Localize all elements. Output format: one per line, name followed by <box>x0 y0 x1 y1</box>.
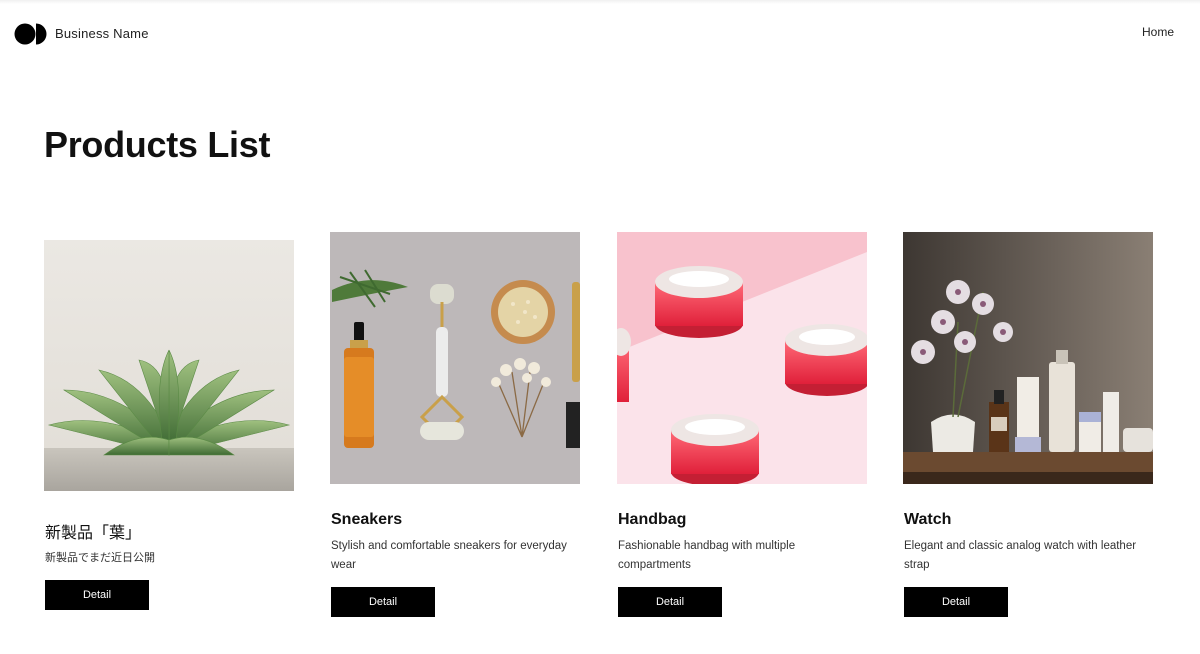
site-header: Business Name Home <box>0 0 1200 70</box>
product-image-cream-jars[interactable] <box>617 232 867 484</box>
product-card: Watch Elegant and classic analog watch w… <box>903 232 1153 617</box>
logo-icon[interactable] <box>14 22 48 46</box>
product-image-succulent[interactable] <box>44 240 294 491</box>
product-card: Sneakers Stylish and comfortable sneaker… <box>330 232 580 617</box>
product-description: Fashionable handbag with multiple compar… <box>618 540 796 571</box>
product-card: Handbag Fashionable handbag with multipl… <box>617 232 867 617</box>
detail-button[interactable]: Detail <box>904 587 1008 617</box>
product-title: Sneakers <box>331 511 403 528</box>
product-description: Stylish and comfortable sneakers for eve… <box>331 540 567 571</box>
product-image-orchid-shelf[interactable] <box>903 232 1153 484</box>
nav-home-link[interactable]: Home <box>1142 25 1174 39</box>
detail-button[interactable]: Detail <box>618 587 722 617</box>
product-title: 新製品「葉」 <box>45 523 142 542</box>
product-title: Handbag <box>618 511 687 528</box>
product-description: 新製品でまだ近日公開 <box>45 551 155 564</box>
product-image-skincare[interactable] <box>330 232 580 484</box>
product-title: Watch <box>904 511 952 528</box>
product-description: Elegant and classic analog watch with le… <box>904 540 1137 571</box>
detail-button[interactable]: Detail <box>331 587 435 617</box>
detail-button[interactable]: Detail <box>45 580 149 610</box>
product-card: 新製品「葉」 新製品でまだ近日公開 Detail <box>44 240 294 610</box>
brand-name[interactable]: Business Name <box>55 26 149 41</box>
page-title: Products List <box>44 124 271 165</box>
